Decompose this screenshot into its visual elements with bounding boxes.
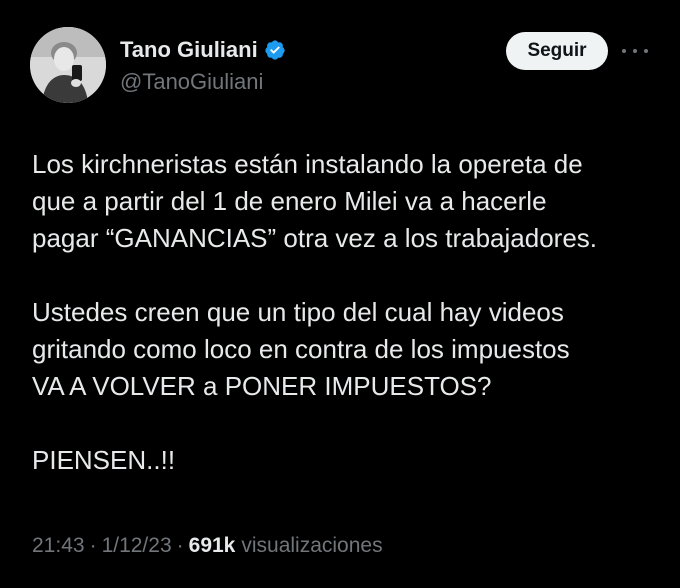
tweet-date[interactable]: 1/12/23 [102, 534, 172, 558]
tweet-text: Los kirchneristas están instalando la op… [32, 146, 662, 516]
author-name-row[interactable]: Tano Giuliani [120, 37, 286, 63]
author-display-name[interactable]: Tano Giuliani [120, 37, 258, 63]
meta-separator: · [89, 534, 97, 557]
more-options-icon[interactable] [622, 40, 648, 62]
more-dot [644, 49, 648, 53]
tweet-card: Tano Giuliani @TanoGiuliani Seguir Los k… [0, 0, 680, 588]
avatar[interactable] [30, 27, 106, 103]
views-label: visualizaciones [241, 534, 383, 557]
meta-separator: · [176, 534, 184, 557]
tweet-time[interactable]: 21:43 [32, 534, 85, 558]
more-dot [622, 49, 626, 53]
views-count[interactable]: 691k [189, 534, 236, 558]
follow-button[interactable]: Seguir [506, 32, 608, 70]
author-handle[interactable]: @TanoGiuliani [120, 69, 263, 95]
tweet-meta: 21:43 · 1/12/23 · 691k visualizaciones [32, 534, 383, 558]
more-dot [633, 49, 637, 53]
verified-badge-icon[interactable] [264, 39, 286, 61]
tweet-paragraph: Ustedes creen que un tipo del cual hay v… [32, 297, 570, 401]
profile-photo [30, 27, 106, 103]
tweet-paragraph: PIENSEN..!! [32, 445, 176, 475]
tweet-paragraph: Los kirchneristas están instalando la op… [32, 149, 598, 253]
